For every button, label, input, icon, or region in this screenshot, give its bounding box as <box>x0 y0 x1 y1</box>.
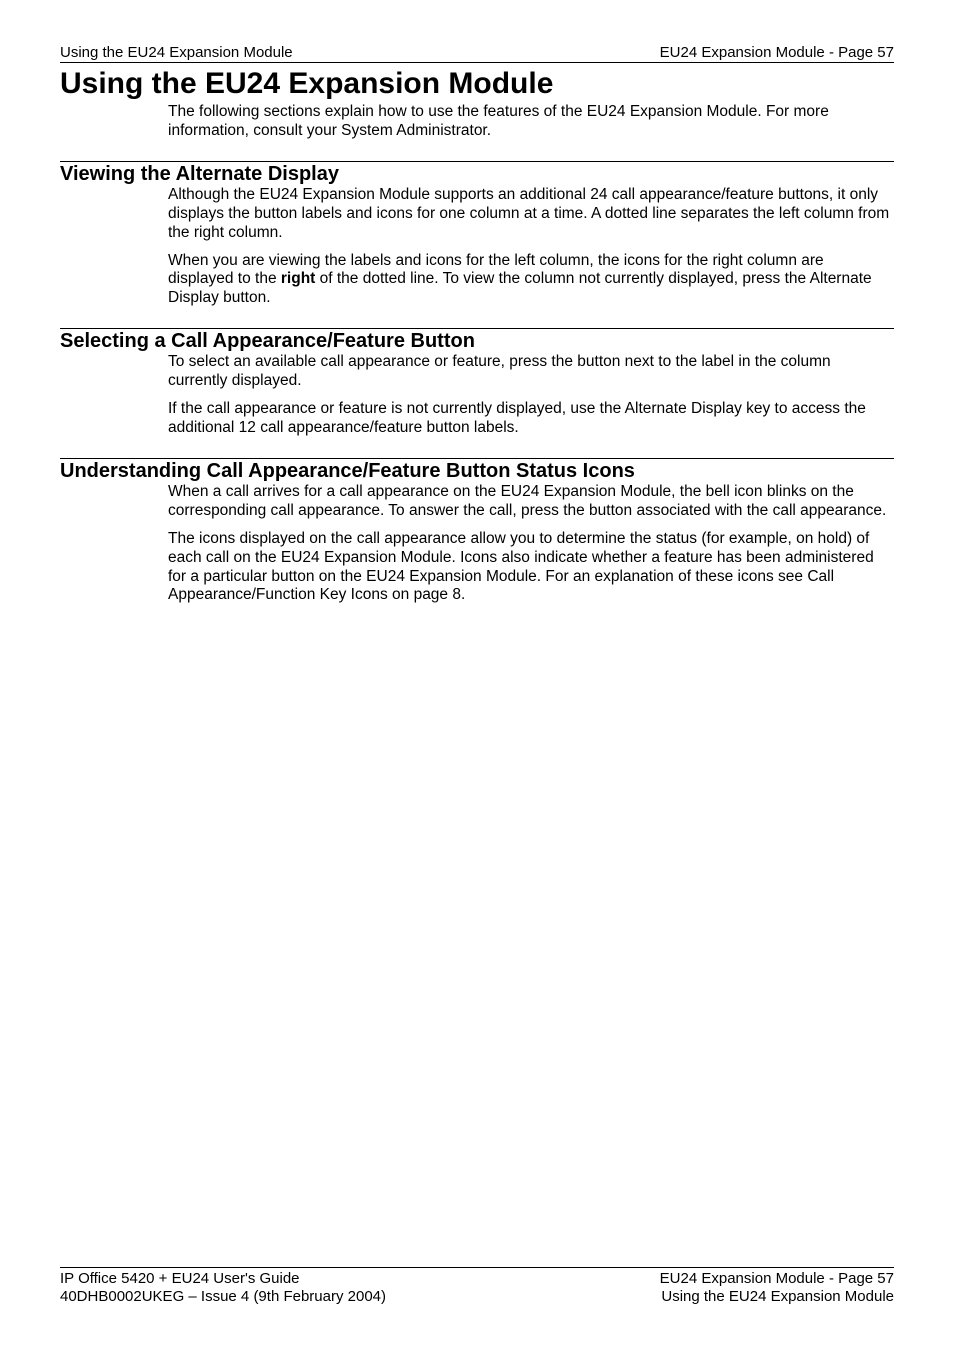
page-header: Using the EU24 Expansion Module EU24 Exp… <box>60 44 894 63</box>
section: Viewing the Alternate Display Although t… <box>60 161 894 308</box>
footer-row: IP Office 5420 + EU24 User's Guide EU24 … <box>60 1270 894 1289</box>
section-body: When a call arrives for a call appearanc… <box>60 483 894 605</box>
paragraph: When you are viewing the labels and icon… <box>168 252 890 309</box>
footer-left-2: 40DHB0002UKEG – Issue 4 (9th February 20… <box>60 1288 386 1307</box>
paragraph: When a call arrives for a call appearanc… <box>168 483 890 521</box>
footer-right-1: EU24 Expansion Module - Page 57 <box>660 1270 894 1289</box>
page-footer: IP Office 5420 + EU24 User's Guide EU24 … <box>60 1267 894 1308</box>
section: Selecting a Call Appearance/Feature Butt… <box>60 328 894 438</box>
footer-rule <box>60 1267 894 1268</box>
section-body: To select an available call appearance o… <box>60 353 894 438</box>
section-heading: Viewing the Alternate Display <box>60 163 894 186</box>
paragraph: The icons displayed on the call appearan… <box>168 530 890 606</box>
section-heading: Understanding Call Appearance/Feature Bu… <box>60 460 894 483</box>
section-body: Although the EU24 Expansion Module suppo… <box>60 186 894 308</box>
footer-row: 40DHB0002UKEG – Issue 4 (9th February 20… <box>60 1288 894 1307</box>
section-heading: Selecting a Call Appearance/Feature Butt… <box>60 330 894 353</box>
footer-left-1: IP Office 5420 + EU24 User's Guide <box>60 1270 300 1289</box>
header-right: EU24 Expansion Module - Page 57 <box>660 44 894 61</box>
intro-block: The following sections explain how to us… <box>60 103 894 141</box>
intro-text: The following sections explain how to us… <box>168 103 890 141</box>
page: Using the EU24 Expansion Module EU24 Exp… <box>0 0 954 1351</box>
paragraph: To select an available call appearance o… <box>168 353 890 391</box>
section: Understanding Call Appearance/Feature Bu… <box>60 458 894 605</box>
header-left: Using the EU24 Expansion Module <box>60 44 293 61</box>
page-title: Using the EU24 Expansion Module <box>60 67 894 101</box>
paragraph: Although the EU24 Expansion Module suppo… <box>168 186 890 243</box>
footer-right-2: Using the EU24 Expansion Module <box>661 1288 894 1307</box>
para-bold: right <box>281 270 315 287</box>
paragraph: If the call appearance or feature is not… <box>168 400 890 438</box>
